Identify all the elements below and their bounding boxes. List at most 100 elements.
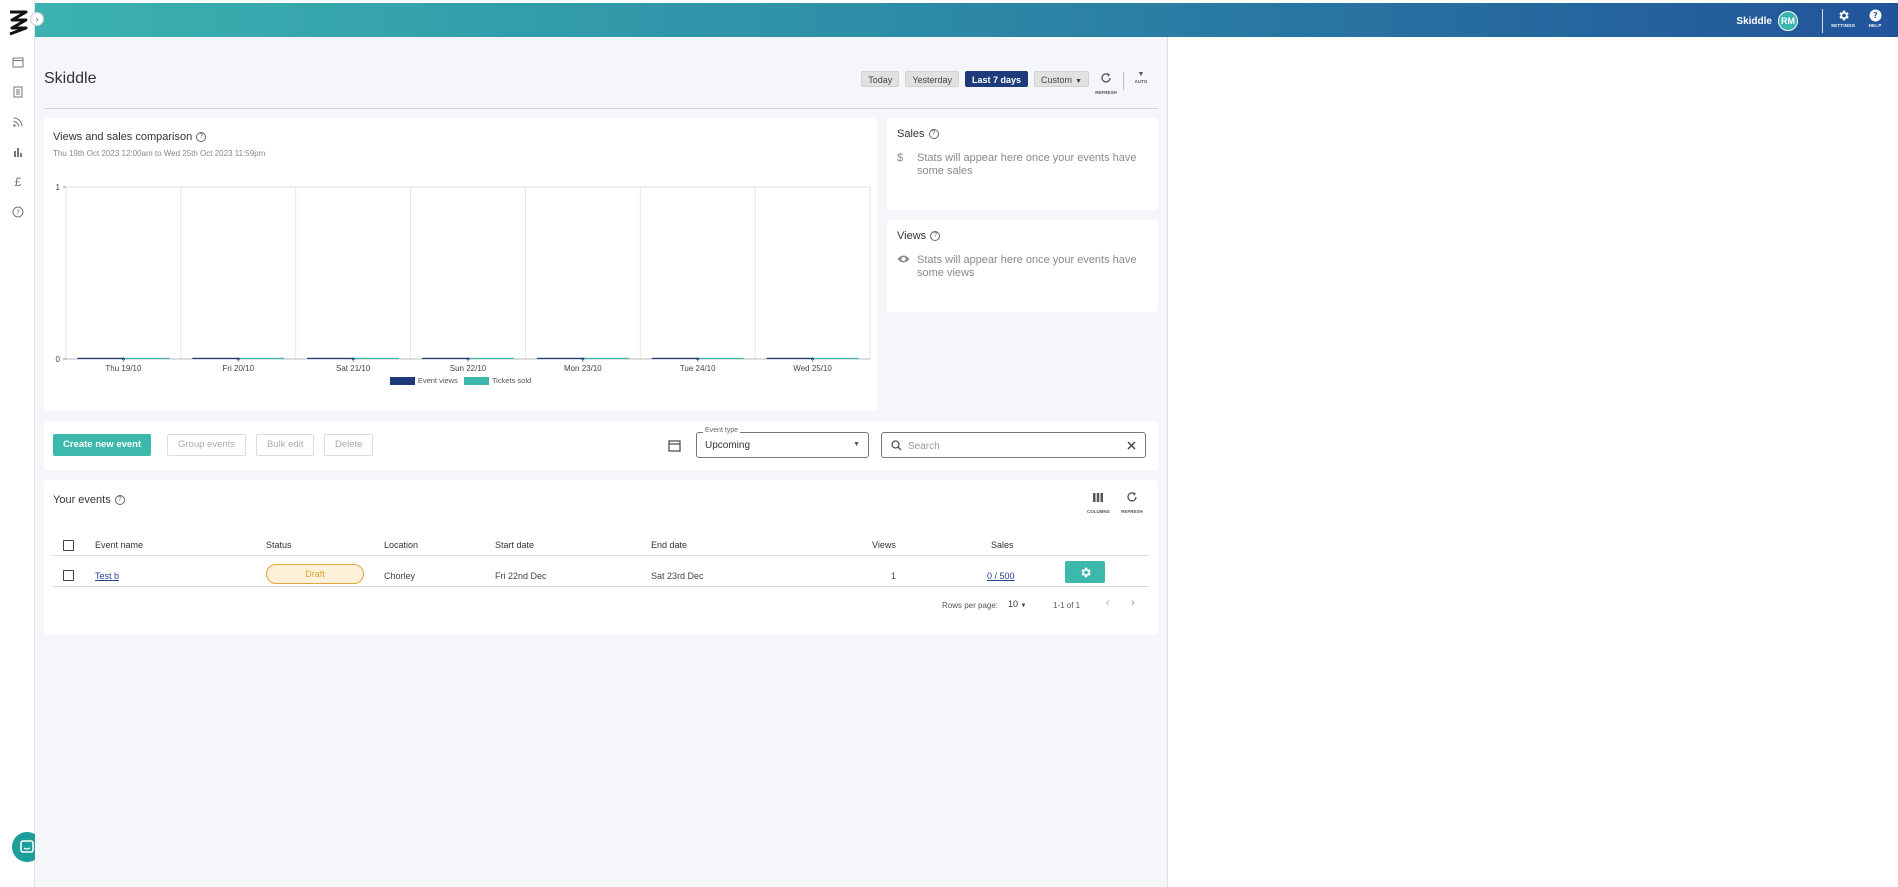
help-circle-icon[interactable]: ? bbox=[114, 495, 125, 505]
range-today-button[interactable]: Today bbox=[861, 71, 900, 87]
columns-icon bbox=[1093, 493, 1103, 502]
delete-button[interactable]: Delete bbox=[324, 434, 374, 456]
create-new-event-button[interactable]: Create new event bbox=[53, 434, 152, 456]
views-card: Views? Stats will appear here once your … bbox=[887, 220, 1158, 312]
next-page-button[interactable]: › bbox=[1131, 597, 1135, 609]
events-refresh-label: REFRESH bbox=[1121, 509, 1143, 514]
y-tick-label: 1 bbox=[56, 183, 61, 192]
bar-chart-icon[interactable] bbox=[11, 146, 25, 160]
gear-icon bbox=[1838, 10, 1849, 21]
plot-frame bbox=[65, 186, 871, 360]
views-sales-comparison-card: Views and sales comparison? Thu 19th Oct… bbox=[44, 118, 877, 411]
events-refresh-button[interactable]: REFRESH bbox=[1121, 490, 1143, 514]
x-tick-label: Thu 19/10 bbox=[105, 364, 142, 373]
refresh-icon bbox=[1127, 492, 1137, 502]
range-last-7-days-button[interactable]: Last 7 days bbox=[965, 71, 1029, 87]
bar-tickets-sold bbox=[238, 357, 285, 359]
help-label: HELP bbox=[1868, 23, 1882, 28]
range-custom-button[interactable]: Custom ▼ bbox=[1034, 71, 1089, 87]
caret-down-icon: ▼ bbox=[1075, 78, 1082, 85]
columns-label: COLUMNS bbox=[1087, 509, 1110, 514]
column-header-status[interactable]: Status bbox=[266, 540, 292, 550]
calendar-icon[interactable] bbox=[668, 439, 681, 452]
caret-down-icon: ▼ bbox=[853, 441, 860, 448]
row-checkbox[interactable] bbox=[63, 570, 74, 581]
your-events-card: Your events? COLUMNS REFRESH Event name … bbox=[44, 480, 1158, 635]
date-range-controls: Today Yesterday Last 7 days Custom ▼ REFR… bbox=[861, 71, 1152, 95]
auto-label: AUTO bbox=[1134, 79, 1148, 84]
events-toolbar: Create new event Group events Bulk edit … bbox=[44, 421, 1158, 470]
y-tick-label: 0 bbox=[56, 355, 61, 364]
column-header-sales[interactable]: Sales bbox=[991, 540, 1014, 550]
legend-item-tickets-sold[interactable]: Tickets sold bbox=[463, 376, 532, 386]
top-bar: Skiddle RM SETTINGS ? HELP bbox=[0, 3, 1898, 37]
auto-refresh-button[interactable]: ▼ AUTO bbox=[1130, 71, 1152, 84]
sales-card: Sales? $ Stats will appear here once your… bbox=[887, 118, 1158, 210]
rows-per-page-value: 10 bbox=[1008, 599, 1019, 609]
event-views: 1 bbox=[891, 571, 897, 581]
chart-legend: Event views Tickets sold bbox=[44, 376, 877, 386]
column-header-start-date[interactable]: Start date bbox=[495, 540, 534, 550]
x-tick-label: Fri 20/10 bbox=[222, 364, 254, 373]
bar-tickets-sold bbox=[123, 357, 170, 359]
feed-icon[interactable] bbox=[11, 116, 25, 130]
event-sales-link[interactable]: 0 / 500 bbox=[987, 571, 1015, 581]
expand-sidebar-button[interactable]: › bbox=[30, 12, 44, 26]
dollar-icon: $ bbox=[897, 152, 904, 164]
column-header-end-date[interactable]: End date bbox=[651, 540, 687, 550]
views-empty-message: Stats will appear here once your events … bbox=[917, 254, 1137, 279]
help-icon[interactable]: ? bbox=[11, 206, 25, 220]
select-all-checkbox[interactable] bbox=[63, 540, 74, 551]
status-badge: Draft bbox=[266, 564, 364, 584]
bar-tickets-sold bbox=[582, 357, 629, 359]
event-location: Chorley bbox=[384, 571, 416, 581]
refresh-icon bbox=[1101, 73, 1111, 83]
rows-per-page-select[interactable]: 10 ▼ bbox=[1008, 599, 1026, 609]
event-type-label: Event type bbox=[703, 427, 741, 434]
settings-button[interactable]: SETTINGS bbox=[1828, 9, 1858, 28]
avatar[interactable]: RM bbox=[1778, 11, 1798, 31]
pound-icon[interactable]: £ bbox=[11, 175, 25, 189]
skiddle-logo-icon[interactable] bbox=[7, 10, 29, 36]
bar-tickets-sold bbox=[468, 357, 514, 359]
prev-page-button[interactable]: ‹ bbox=[1106, 597, 1110, 609]
search-input[interactable] bbox=[908, 438, 1108, 454]
calendar-icon[interactable] bbox=[11, 56, 25, 70]
refresh-button[interactable]: REFRESH bbox=[1095, 71, 1117, 95]
help-circle-icon[interactable]: ? bbox=[928, 129, 939, 139]
group-events-button[interactable]: Group events bbox=[167, 434, 247, 456]
bulk-edit-button[interactable]: Bulk edit bbox=[256, 434, 315, 456]
columns-button[interactable]: COLUMNS bbox=[1087, 490, 1110, 514]
x-tick-label: Tue 24/10 bbox=[680, 364, 716, 373]
legend-label: Tickets sold bbox=[491, 376, 532, 385]
range-yesterday-button[interactable]: Yesterday bbox=[905, 71, 960, 87]
close-icon[interactable] bbox=[1127, 441, 1136, 450]
caret-down-icon: ▼ bbox=[1137, 71, 1145, 78]
event-name-link[interactable]: Test b bbox=[95, 571, 119, 581]
column-header-location[interactable]: Location bbox=[384, 540, 418, 550]
help-circle-icon[interactable]: ? bbox=[930, 231, 941, 241]
header-divider bbox=[44, 108, 1158, 109]
svg-text:?: ? bbox=[16, 209, 20, 217]
bar-event-views bbox=[422, 357, 468, 359]
search-field bbox=[881, 432, 1146, 458]
bar-event-views bbox=[77, 357, 124, 359]
event-settings-button[interactable] bbox=[1065, 561, 1105, 583]
sales-empty-message: Stats will appear here once your events … bbox=[917, 152, 1137, 177]
eye-icon bbox=[897, 254, 910, 280]
legend-label: Event views bbox=[417, 376, 458, 385]
svg-text:?: ? bbox=[1873, 11, 1877, 20]
account-area[interactable]: Skiddle RM bbox=[1736, 11, 1798, 31]
legend-item-event-views[interactable]: Event views bbox=[389, 376, 458, 386]
column-header-event-name[interactable]: Event name bbox=[95, 540, 143, 550]
x-tick-label: Sun 22/10 bbox=[450, 364, 487, 373]
search-icon bbox=[891, 440, 902, 451]
document-icon[interactable] bbox=[11, 86, 25, 100]
range-custom-label: Custom bbox=[1041, 75, 1073, 85]
bar-event-views bbox=[307, 357, 354, 359]
help-button[interactable]: ? HELP bbox=[1860, 9, 1890, 28]
column-header-views[interactable]: Views bbox=[872, 540, 896, 550]
event-type-select[interactable]: Event type Upcoming ▼ bbox=[696, 427, 869, 458]
sales-title: Sales bbox=[897, 128, 925, 140]
events-title: Your events bbox=[53, 494, 111, 506]
